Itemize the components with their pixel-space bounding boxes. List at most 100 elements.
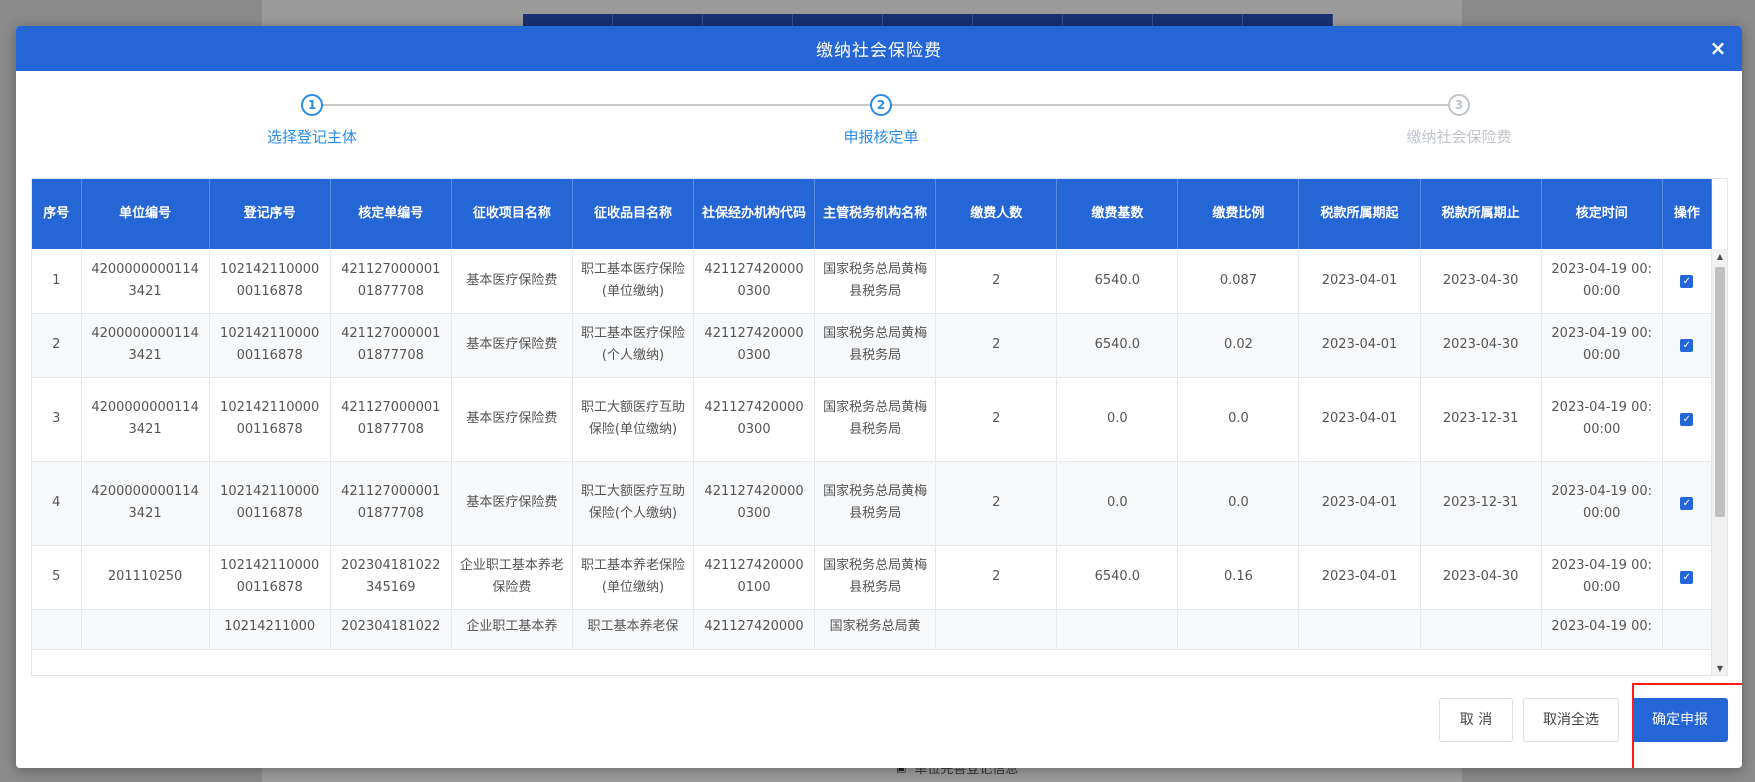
table-row[interactable]: 3 42000000001143421 10214211000000116878 42… — [32, 377, 1713, 462]
table-cell: 5 — [32, 545, 82, 610]
step-label: 缴纳社会保险费 — [1406, 128, 1512, 146]
table-cell: 4211274200000300 — [693, 313, 816, 378]
step-pay-insurance: 3 缴纳社会保险费 — [1359, 94, 1559, 147]
column-header: 征收项目名称 — [451, 179, 573, 249]
row-checkbox[interactable]: ✓ — [1680, 274, 1694, 288]
steps-progress: 1 选择登记主体 2 申报核定单 3 缴纳社会保险费 — [16, 71, 1742, 171]
table-cell — [935, 609, 1058, 650]
table-cell — [1056, 609, 1179, 650]
column-header: 税款所属期起 — [1298, 179, 1421, 249]
table-cell: 42000000001143421 — [81, 249, 210, 314]
table-cell: 2023-04-19 00:00:00 — [1541, 377, 1663, 462]
table-cell: 0.0 — [1056, 461, 1179, 546]
table-cell: 2 — [32, 313, 82, 378]
row-checkbox[interactable]: ✓ — [1680, 339, 1694, 352]
table-cell: 2 — [935, 313, 1058, 378]
table-row[interactable]: 1 42000000001143421 10214211000000116878 42… — [32, 249, 1713, 314]
scroll-thumb[interactable] — [1715, 267, 1725, 517]
dialog-title: 缴纳社会保险费 — [816, 41, 942, 61]
table-cell: 0.0 — [1177, 377, 1300, 462]
column-header: 单位编号 — [81, 179, 210, 249]
table-scrollbar[interactable]: ▲ ▼ — [1711, 249, 1727, 675]
table-cell: 6540.0 — [1056, 545, 1179, 610]
row-operation-cell: ✓ — [1662, 545, 1713, 610]
table-cell — [1420, 609, 1542, 650]
table-cell: 6540.0 — [1056, 313, 1179, 378]
table-cell — [32, 609, 82, 650]
table-row[interactable]: 10214211000 202304181022 企业职工基本养 职工基本养老保 421… — [32, 609, 1713, 650]
table-cell: 基本医疗保险费 — [451, 313, 573, 378]
table-cell: 4211274200000300 — [693, 377, 816, 462]
table-cell: 2023-04-19 00:00:00 — [1541, 461, 1663, 546]
table-row[interactable]: 4 42000000001143421 10214211000000116878 42… — [32, 461, 1713, 546]
table-body: 1 42000000001143421 10214211000000116878 42… — [32, 249, 1713, 650]
step-number: 2 — [870, 94, 892, 116]
table-cell: 2023-04-01 — [1298, 461, 1421, 546]
row-operation-cell: ✓ — [1662, 313, 1713, 378]
table-cell: 国家税务总局黄 — [814, 609, 937, 650]
table-cell: 4211274200000300 — [693, 249, 816, 314]
dialog-header: 缴纳社会保险费 × — [16, 26, 1742, 71]
table-cell: 1 — [32, 249, 82, 314]
row-checkbox[interactable]: ✓ — [1680, 571, 1694, 584]
table-cell: 0.087 — [1177, 249, 1300, 314]
table-cell: 421127420000 — [693, 609, 816, 650]
table-cell — [1177, 609, 1300, 650]
deselect-all-button[interactable]: 取消全选 — [1523, 698, 1619, 742]
table-cell: 2023-04-30 — [1420, 249, 1542, 314]
step-label: 选择登记主体 — [266, 128, 357, 146]
table-cell: 基本医疗保险费 — [451, 249, 573, 314]
column-header: 序号 — [32, 179, 82, 249]
table-cell: 2 — [935, 377, 1058, 462]
table-cell: 2023-12-31 — [1420, 377, 1542, 462]
table-cell: 国家税务总局黄梅县税务局 — [814, 545, 937, 610]
table-cell: 职工大额医疗互助保险(单位缴纳) — [572, 377, 695, 462]
table-cell: 202304181022 — [330, 609, 452, 650]
column-header: 主管税务机构名称 — [814, 179, 937, 249]
table-cell: 2023-04-19 00:00:00 — [1541, 249, 1663, 314]
table-cell: 企业职工基本养老保险费 — [451, 545, 573, 610]
table-cell: 0.0 — [1056, 377, 1179, 462]
table-cell: 2023-04-01 — [1298, 545, 1421, 610]
table-cell: 职工基本医疗保险(个人缴纳) — [572, 313, 695, 378]
table-cell — [1298, 609, 1421, 650]
table-cell: 职工基本养老保险(单位缴纳) — [572, 545, 695, 610]
table-row[interactable]: 2 42000000001143421 10214211000000116878 42… — [32, 313, 1713, 378]
table-cell: 42112700000101877708 — [330, 461, 452, 546]
column-header: 缴费基数 — [1056, 179, 1179, 249]
table-cell: 国家税务总局黄梅县税务局 — [814, 313, 937, 378]
scroll-up-arrow-icon[interactable]: ▲ — [1712, 249, 1727, 265]
table-cell: 2023-04-01 — [1298, 313, 1421, 378]
table-cell: 2023-04-30 — [1420, 313, 1542, 378]
column-header: 社保经办机构代码 — [693, 179, 816, 249]
step-declare-form: 2 申报核定单 — [781, 94, 981, 147]
highlight-annotation — [1632, 683, 1742, 768]
close-icon[interactable]: × — [1706, 36, 1730, 60]
table-row[interactable]: 5 201110250 10214211000000116878 2023041810… — [32, 545, 1713, 610]
column-header: 征收品目名称 — [572, 179, 695, 249]
table-cell: 2 — [935, 249, 1058, 314]
table-cell: 国家税务总局黄梅县税务局 — [814, 249, 937, 314]
row-checkbox[interactable]: ✓ — [1680, 413, 1694, 426]
table-cell: 2023-04-01 — [1298, 377, 1421, 462]
table-cell: 基本医疗保险费 — [451, 377, 573, 462]
column-header: 操作 — [1662, 179, 1713, 249]
row-checkbox[interactable]: ✓ — [1680, 497, 1694, 510]
table-cell: 0.0 — [1177, 461, 1300, 546]
table-cell: 职工基本养老保 — [572, 609, 695, 650]
column-header: 核定单编号 — [330, 179, 452, 249]
cancel-button[interactable]: 取 消 — [1439, 698, 1513, 742]
table-cell: 职工基本医疗保险(单位缴纳) — [572, 249, 695, 314]
table-cell: 42000000001143421 — [81, 461, 210, 546]
table-cell: 10214211000000116878 — [209, 545, 331, 610]
table-cell: 42112700000101877708 — [330, 377, 452, 462]
row-operation-cell — [1662, 609, 1713, 650]
table-cell: 基本医疗保险费 — [451, 461, 573, 546]
row-operation-cell: ✓ — [1662, 249, 1713, 314]
table-cell: 10214211000 — [209, 609, 331, 650]
column-header: 税款所属期止 — [1420, 179, 1542, 249]
table-cell: 2 — [935, 461, 1058, 546]
table-cell: 国家税务总局黄梅县税务局 — [814, 377, 937, 462]
step-label: 申报核定单 — [843, 128, 919, 146]
scroll-down-arrow-icon[interactable]: ▼ — [1712, 661, 1727, 675]
